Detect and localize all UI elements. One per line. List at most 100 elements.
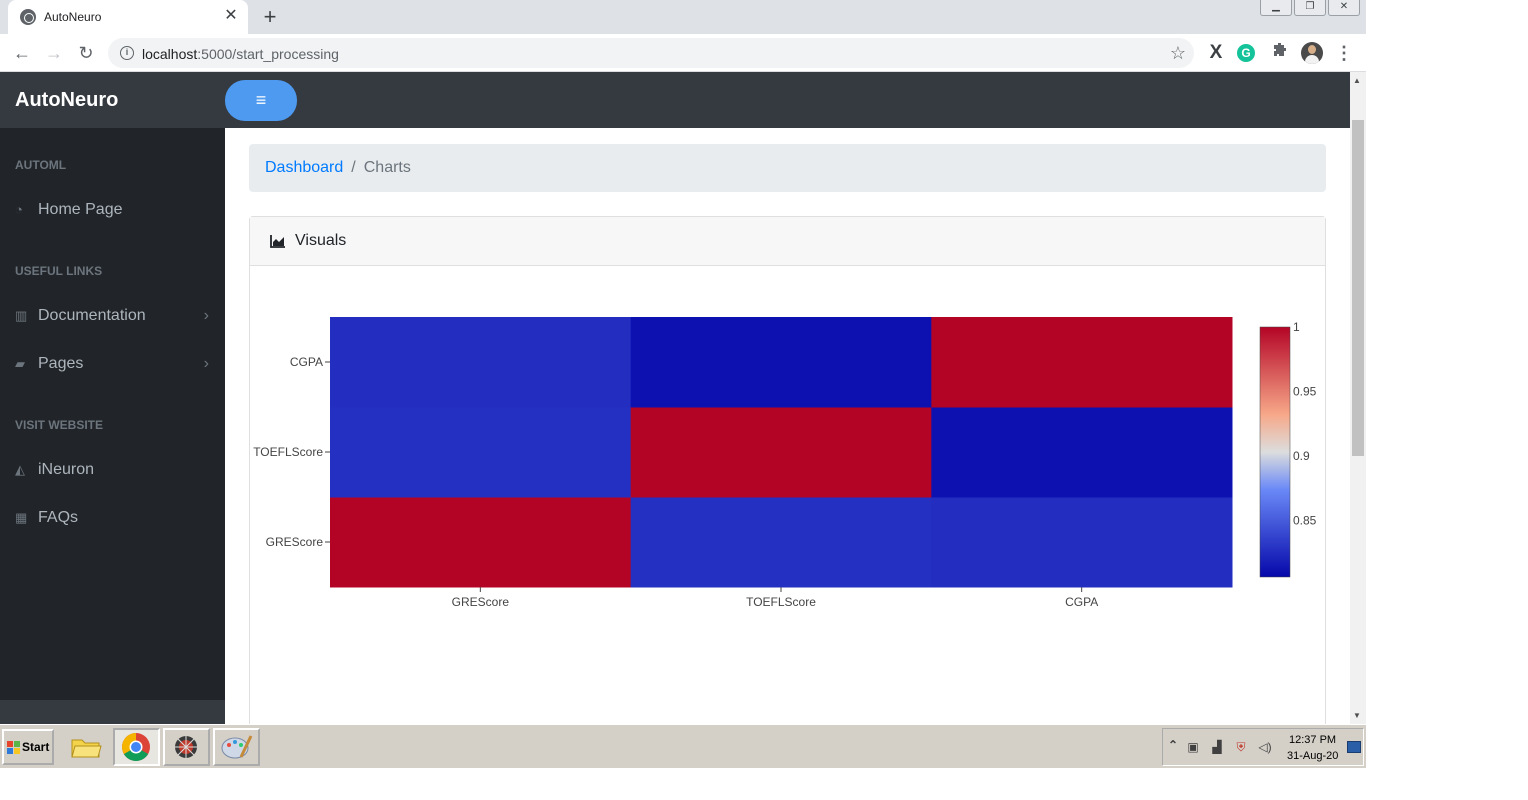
sidebar-heading-automl: AUTOML [15,158,67,172]
sidebar-item-pages[interactable]: ▰ Pages › [15,355,215,379]
area-chart-icon [270,235,285,248]
heatmap-cell [630,407,932,498]
windows-logo-icon [7,741,20,754]
back-arrow-icon[interactable]: ← [10,41,34,65]
taskbar-chrome-button[interactable] [113,728,160,766]
taskbar-paint-button[interactable] [213,728,260,766]
browser-toolbar: ← → ↻ i localhost:5000/start_processing … [0,34,1366,72]
start-button[interactable]: Start [2,729,54,765]
brand-logo[interactable]: AutoNeuro [15,89,118,112]
profile-avatar-icon[interactable] [1301,42,1323,64]
x-tick-label: GREScore [452,595,510,609]
globe-icon [20,9,36,25]
url-host: localhost [142,46,198,62]
heatmap-cell [330,317,632,408]
heatmap-cell [630,497,932,588]
sidebar-item-label: Pages [38,355,84,372]
network-signal-icon[interactable]: ▟ [1209,740,1225,756]
address-bar[interactable]: i localhost:5000/start_processing ☆ [108,38,1194,68]
heatmap-cell [931,317,1233,408]
show-desktop-icon[interactable] [1347,741,1361,753]
windows-taskbar: Start ⌃ ▣ ▟ ⛨ ◁) 12:37 PM 31-Aug-20 [0,724,1366,768]
new-tab-button[interactable]: + [258,5,282,29]
url-text: localhost:5000/start_processing [142,46,339,62]
scroll-up-icon[interactable]: ▲ [1353,76,1361,85]
sidebar-item-label: FAQs [38,509,79,526]
area-chart-icon: ◭ [15,462,25,477]
tachometer-icon: ◔ [15,202,23,217]
correlation-heatmap[interactable]: GREScore TOEFLScore CGPA GREScore TOEFLScore… [250,267,1325,724]
reload-icon[interactable]: ↻ [74,41,98,65]
taskbar-app-button[interactable] [163,728,210,766]
sidebar-item-label: iNeuron [38,461,95,478]
book-icon: ▰ [15,356,25,371]
grammarly-extension-icon[interactable]: G [1237,44,1255,62]
sidebar-footer [0,700,225,724]
heatmap-cell [330,497,632,588]
card-title: Visuals [295,232,347,249]
system-tray: ⌃ ▣ ▟ ⛨ ◁) 12:37 PM 31-Aug-20 [1162,728,1364,766]
page-scrollbar[interactable]: ▲ ▼ [1350,72,1366,724]
y-tick-label: TOEFLScore [253,445,323,459]
x-tick-label: TOEFLScore [746,595,816,609]
volume-icon[interactable]: ◁) [1257,740,1273,756]
sidebar: AUTOML ◔ Home Page USEFUL LINKS ▥ Document… [0,128,225,724]
sidebar-item-home-page[interactable]: ◔ Home Page [15,201,215,225]
clock-time: 12:37 PM [1289,734,1337,746]
columns-icon: ▥ [15,308,28,323]
chrome-icon [122,733,150,761]
x-extension-icon[interactable]: X [1205,42,1227,64]
card-header: Visuals [250,217,1325,266]
puzzle-extensions-icon[interactable] [1269,42,1291,64]
colorbar-tick-label: 0.85 [1293,513,1317,527]
forward-arrow-icon[interactable]: → [42,41,66,65]
sidebar-toggle-button[interactable]: ≡ [225,80,297,121]
y-tick-label: CGPA [290,355,323,369]
sidebar-item-label: Documentation [38,307,146,324]
y-tick-label: GREScore [266,535,324,549]
sidebar-heading-useful-links: USEFUL LINKS [15,264,103,278]
x-tick-label: CGPA [1065,595,1098,609]
minimize-button[interactable]: ▁ [1260,0,1292,16]
clock-date: 31-Aug-20 [1287,750,1339,762]
window-controls: ▁ ❐ ✕ [1260,0,1360,16]
web-page: AutoNeuro ≡ AUTOML ◔ Home Page USEFUL LIN… [0,72,1350,724]
browser-tab[interactable]: AutoNeuro ✕ [8,0,248,34]
restore-button[interactable]: ❐ [1294,0,1326,16]
sidebar-heading-visit-website: VISIT WEBSITE [15,418,104,432]
sidebar-item-documentation[interactable]: ▥ Documentation › [15,307,215,331]
breadcrumb-current: Charts [363,159,411,176]
heatmap-cell [330,407,632,498]
browser-tab-strip: AutoNeuro ✕ + ▁ ❐ ✕ [0,0,1366,34]
site-info-icon[interactable]: i [120,46,134,60]
heatmap-cell [931,497,1233,588]
scroll-down-icon[interactable]: ▼ [1353,711,1361,720]
folder-icon [71,739,102,758]
scrollbar-thumb[interactable] [1352,120,1364,456]
taskbar-folder-button[interactable] [63,728,110,766]
url-path: :5000/start_processing [197,46,339,62]
tab-title: AutoNeuro [44,10,102,24]
colorbar-tick-label: 0.95 [1293,384,1317,398]
close-window-button[interactable]: ✕ [1328,0,1360,16]
top-navbar: AutoNeuro ≡ [0,72,1350,128]
breadcrumb: Dashboard / Charts [249,144,1326,192]
sidebar-item-label: Home Page [38,201,123,218]
usb-icon[interactable]: ▣ [1185,740,1201,756]
start-label: Start [22,740,50,754]
heatmap-cell [630,317,932,408]
chevron-right-icon: › [203,355,209,372]
tab-close-icon[interactable]: ✕ [222,7,240,25]
visuals-card: Visuals GREScore TOEFLScore CGPA GREScore TO… [249,216,1326,724]
table-icon: ▦ [15,510,28,525]
spider-app-icon [175,736,197,758]
sidebar-item-faqs[interactable]: ▦ FAQs [15,509,215,533]
tray-expand-icon[interactable]: ⌃ [1165,738,1181,754]
kebab-menu-icon[interactable]: ⋮ [1333,42,1355,64]
colorbar [1259,326,1291,578]
sidebar-item-ineuron[interactable]: ◭ iNeuron [15,461,215,485]
chevron-right-icon: › [203,307,209,324]
bookmark-star-icon[interactable]: ☆ [1170,43,1186,64]
breadcrumb-link-dashboard[interactable]: Dashboard [265,159,343,176]
security-alert-icon[interactable]: ⛨ [1233,740,1249,756]
